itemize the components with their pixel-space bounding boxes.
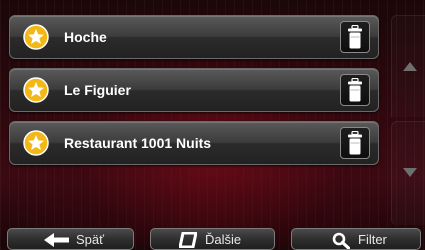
- delete-button[interactable]: [340, 21, 370, 53]
- search-icon: [332, 232, 350, 249]
- list-item-label: Restaurant 1001 Nuits: [64, 135, 212, 151]
- arrow-up-icon: [403, 62, 417, 71]
- list-item[interactable]: Le Figuier: [9, 68, 379, 112]
- scroll-up-button[interactable]: [391, 15, 425, 117]
- list-item-label: Le Figuier: [64, 82, 131, 98]
- scroll-down-button[interactable]: [391, 121, 425, 225]
- trash-icon: [348, 131, 362, 155]
- arrow-down-icon: [403, 168, 417, 177]
- back-button[interactable]: Späť: [7, 228, 134, 250]
- favorite-star-icon: [23, 24, 49, 50]
- delete-button[interactable]: [340, 74, 370, 106]
- list-item[interactable]: Restaurant 1001 Nuits: [9, 121, 379, 165]
- favorite-star-icon: [23, 130, 49, 156]
- list-item[interactable]: Hoche: [9, 15, 379, 59]
- favorite-star-icon: [23, 77, 49, 103]
- filter-button[interactable]: Filter: [291, 228, 421, 250]
- delete-button[interactable]: [340, 127, 370, 159]
- trash-icon: [348, 78, 362, 102]
- next-button[interactable]: Ďalšie: [150, 228, 275, 250]
- trash-icon: [348, 25, 362, 49]
- list-item-label: Hoche: [64, 29, 107, 45]
